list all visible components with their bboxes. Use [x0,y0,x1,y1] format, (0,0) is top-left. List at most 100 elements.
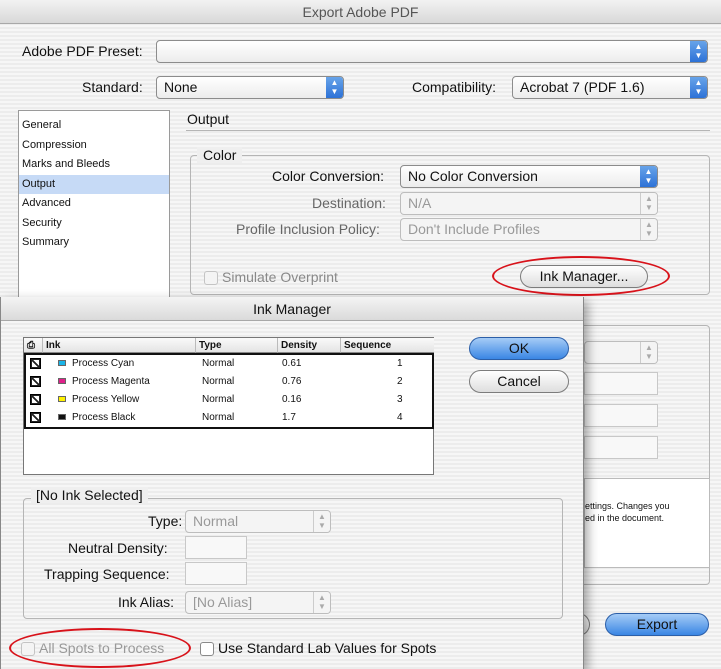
color-conversion-value: No Color Conversion [408,168,538,184]
ink-name: Process Black [72,412,136,423]
print-ink-icon[interactable] [30,358,41,369]
sequence-column-header: Sequence [341,338,434,353]
export-button[interactable]: Export [605,613,709,636]
compatibility-select[interactable]: Acrobat 7 (PDF 1.6) ▲ ▼ [512,76,708,99]
table-row[interactable]: Process Magenta Normal 0.76 2 [26,373,432,391]
select-arrows-icon: ▲ ▼ [640,193,657,214]
ink-rows: Process Cyan Normal 0.61 1 Process Magen… [24,353,434,429]
ink-density: 1.7 [282,412,296,423]
select-arrows-icon: ▲ ▼ [313,511,330,532]
sidebar-item-general[interactable]: General [19,116,169,136]
table-row[interactable]: Process Cyan Normal 0.61 1 [26,355,432,373]
ink-alias-label: Ink Alias: [118,594,175,610]
ink-type: Normal [202,412,235,423]
use-standard-lab-checkbox[interactable] [200,642,214,656]
destination-value: N/A [408,195,432,211]
ink-sequence: 4 [397,412,403,423]
hidden-field-3[interactable] [584,436,658,459]
ink-density: 0.76 [282,376,302,387]
description-line-1: ettings. Changes you [585,501,670,511]
hidden-field-2[interactable] [584,404,658,427]
use-standard-lab-label: Use Standard Lab Values for Spots [218,640,437,656]
select-arrows-icon: ▲ ▼ [640,219,657,240]
sidebar-item-security[interactable]: Security [19,214,169,234]
destination-select[interactable]: N/A ▲ ▼ [400,192,658,215]
neutral-density-label: Neutral Density: [68,540,168,556]
sidebar-item-output[interactable]: Output [19,174,169,194]
select-arrows-icon: ▲ ▼ [326,77,343,98]
ink-swatch-icon [58,378,66,384]
ink-alias-select[interactable]: [No Alias] ▲ ▼ [185,591,331,614]
profile-inclusion-label: Profile Inclusion Policy: [236,221,380,237]
ink-selection-title: [No Ink Selected] [31,487,148,503]
highlight-oval-ink-manager [492,256,670,296]
cancel-button[interactable]: Cancel [469,370,569,393]
highlight-oval-all-spots [9,628,191,668]
hidden-field-1[interactable] [584,372,658,395]
ink-column-header: Ink [43,338,196,353]
description-line-2: ed in the document. [585,513,665,523]
sidebar-item-compression[interactable]: Compression [19,136,169,156]
print-ink-icon[interactable] [30,394,41,405]
sidebar-item-marks-and-bleeds[interactable]: Marks and Bleeds [19,155,169,175]
ink-type-label: Type: [148,513,183,529]
ink-manager-dialog: Ink Manager ⎙ Ink Type Density Sequence … [0,297,584,669]
select-arrows-icon: ▲ ▼ [640,342,657,363]
print-ink-icon[interactable] [30,376,41,387]
ink-sequence: 3 [397,394,403,405]
table-row[interactable]: Process Yellow Normal 0.16 3 [26,391,432,409]
simulate-overprint-checkbox[interactable] [204,271,218,285]
panel-title: Output [187,111,230,127]
ink-name: Process Cyan [72,358,135,369]
sidebar-item-summary[interactable]: Summary [19,233,169,253]
print-ink-icon[interactable] [30,412,41,423]
neutral-density-field[interactable] [185,536,247,559]
ink-alias-value: [No Alias] [193,594,253,610]
ink-type: Normal [202,376,235,387]
window-title: Export Adobe PDF [0,0,721,24]
select-arrows-icon: ▲ ▼ [690,77,707,98]
ink-type: Normal [202,394,235,405]
ink-type-value: Normal [193,513,239,529]
ink-sequence: 2 [397,376,403,387]
ink-swatch-icon [58,414,66,420]
color-conversion-select[interactable]: No Color Conversion ▲ ▼ [400,165,658,188]
compatibility-label: Compatibility: [412,79,497,95]
standard-label: Standard: [82,79,143,95]
table-row[interactable]: Process Black Normal 1.7 4 [26,409,432,427]
preset-label: Adobe PDF Preset: [22,43,143,59]
ok-button[interactable]: OK [469,337,569,360]
color-group-title: Color [197,147,243,163]
ink-name: Process Magenta [72,376,150,387]
panel-divider [186,130,710,131]
ink-density: 0.16 [282,394,302,405]
print-column-header: ⎙ [24,338,43,353]
ink-density: 0.61 [282,358,302,369]
select-arrows-icon: ▲ ▼ [313,592,330,613]
preset-select[interactable]: ▲ ▼ [156,40,708,63]
sidebar-item-advanced[interactable]: Advanced [19,194,169,214]
density-column-header: Density [278,338,341,353]
trapping-sequence-field[interactable] [185,562,247,585]
description-box: ettings. Changes you ed in the document. [584,478,710,568]
profile-inclusion-value: Don't Include Profiles [408,221,540,237]
ink-manager-title: Ink Manager [1,297,583,321]
ink-name: Process Yellow [72,394,140,405]
ink-sequence: 1 [397,358,403,369]
ink-swatch-icon [58,396,66,402]
trapping-sequence-label: Trapping Sequence: [44,566,170,582]
select-arrows-icon: ▲ ▼ [640,166,657,187]
type-column-header: Type [196,338,278,353]
select-arrows-icon: ▲ ▼ [690,41,707,62]
profile-inclusion-select[interactable]: Don't Include Profiles ▲ ▼ [400,218,658,241]
destination-label: Destination: [312,195,386,211]
ink-table: ⎙ Ink Type Density Sequence Process Cyan… [23,337,434,475]
standard-value: None [164,79,198,95]
ink-type: Normal [202,358,235,369]
standard-select[interactable]: None ▲ ▼ [156,76,344,99]
color-conversion-label: Color Conversion: [272,168,385,184]
ink-type-select[interactable]: Normal ▲ ▼ [185,510,331,533]
ink-swatch-icon [58,360,66,366]
hidden-select[interactable]: ▲ ▼ [584,341,658,364]
compatibility-value: Acrobat 7 (PDF 1.6) [520,79,645,95]
